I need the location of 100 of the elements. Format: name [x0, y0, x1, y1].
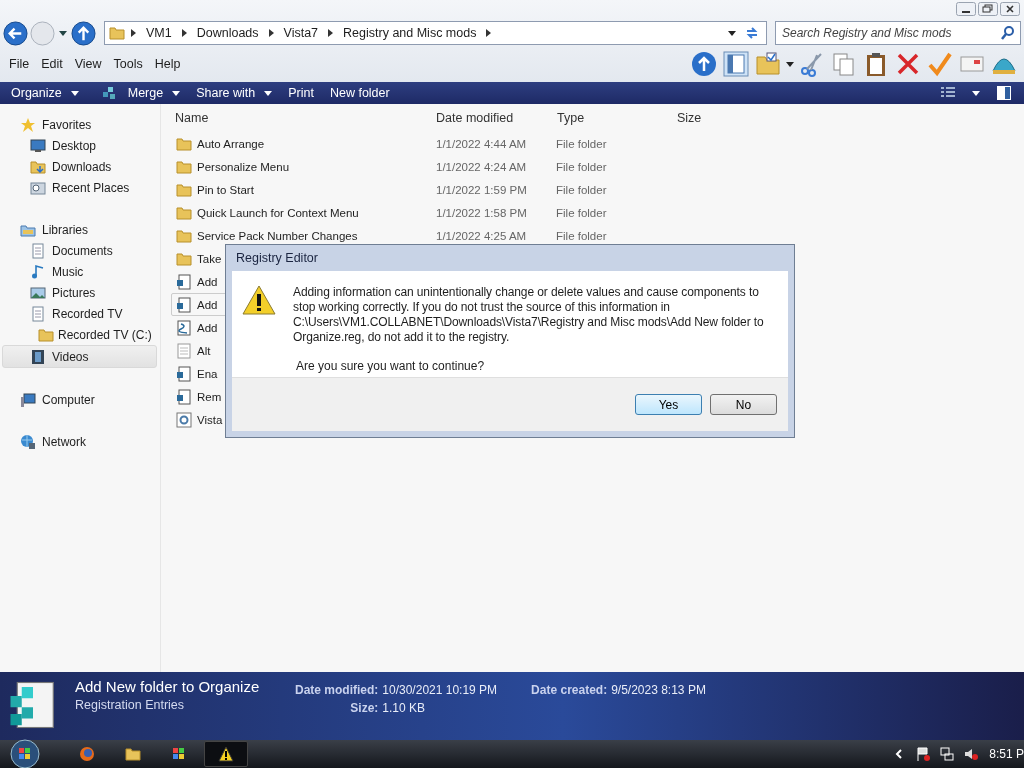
type-cell-text: File folder: [556, 160, 608, 173]
folder-check-icon[interactable]: [755, 51, 781, 78]
pane-icon[interactable]: [723, 51, 749, 78]
sidebar-item[interactable]: Libraries: [0, 219, 157, 240]
preview-pane-icon[interactable]: [996, 85, 1012, 101]
file-name[interactable]: Alt: [197, 344, 211, 357]
breadcrumb[interactable]: Registry and Misc mods: [339, 26, 481, 41]
address-bar[interactable]: VM1 Downloads Vista7 Registry and Misc mods: [104, 21, 767, 46]
file-name[interactable]: Pin to Start: [197, 183, 254, 196]
warning-icon: [218, 746, 234, 762]
menu-item[interactable]: Help: [148, 57, 187, 72]
file-name[interactable]: Rem: [197, 390, 222, 403]
chevron-icon[interactable]: [181, 29, 187, 38]
type-cell-text: File folder: [556, 229, 608, 242]
caret-icon[interactable]: [728, 30, 736, 36]
sidebar-item[interactable]: Recorded TV (C:): [0, 324, 157, 345]
file-name[interactable]: Add: [197, 275, 218, 288]
up-icon[interactable]: [691, 51, 717, 78]
back-icon[interactable]: [3, 20, 28, 46]
sidebar-item[interactable]: Downloads: [0, 156, 157, 177]
chevron-icon[interactable]: [268, 29, 274, 38]
minimize-icon[interactable]: [956, 2, 976, 16]
file-name[interactable]: Add: [197, 321, 218, 334]
command-button[interactable]: New folder: [322, 82, 397, 104]
menu-item[interactable]: Tools: [107, 57, 149, 72]
dialog-title: Registry Editor: [235, 250, 319, 267]
speaker-muted-icon[interactable]: [963, 746, 980, 762]
document-icon: [30, 305, 46, 322]
detail-label: Date modified:: [295, 683, 379, 697]
dialog-button[interactable]: No: [710, 394, 777, 415]
file-name: Add New folder to Organize: [75, 678, 261, 695]
picture-icon: [30, 284, 46, 301]
document-icon: [30, 242, 46, 259]
file-name[interactable]: Add: [197, 298, 218, 311]
detail-label: Date created:: [531, 683, 608, 697]
column-header[interactable]: Size: [677, 111, 757, 125]
scissors-icon[interactable]: [799, 51, 825, 78]
sidebar-item[interactable]: Documents: [0, 240, 157, 261]
caret-icon[interactable]: [972, 90, 980, 96]
sidebar-item[interactable]: Music: [0, 261, 157, 282]
checkmark-icon[interactable]: [927, 51, 953, 78]
breadcrumb[interactable]: VM1: [142, 26, 176, 41]
menu-item[interactable]: Edit: [35, 57, 69, 72]
command-button[interactable]: Share with: [189, 82, 280, 104]
folder-icon: [176, 250, 192, 267]
caret-icon[interactable]: [59, 30, 67, 36]
sidebar-item[interactable]: Computer: [0, 389, 157, 410]
start-button-icon[interactable]: [10, 739, 40, 768]
column-header[interactable]: Date modified: [435, 111, 556, 125]
registry-file-icon: [176, 365, 192, 382]
command-button[interactable]: Print: [281, 82, 321, 104]
taskbar-app[interactable]: [204, 741, 248, 767]
breadcrumb[interactable]: Downloads: [192, 26, 263, 41]
file-name[interactable]: Take: [197, 252, 222, 265]
file-name[interactable]: Service Pack Number Changes: [197, 229, 358, 242]
folder-icon: [176, 227, 192, 244]
column-header[interactable]: Name: [171, 111, 435, 125]
search-field[interactable]: Search Registry and Misc mods: [775, 21, 1021, 46]
column-header[interactable]: Type: [556, 111, 677, 125]
star-icon: [20, 116, 36, 133]
music-note-icon: [30, 263, 46, 280]
chevron-icon[interactable]: [328, 29, 334, 38]
file-name[interactable]: Ena: [197, 367, 218, 380]
sidebar-item[interactable]: Pictures: [0, 282, 157, 303]
close-icon[interactable]: [1000, 2, 1020, 16]
clock: 8:51 P: [989, 747, 1024, 761]
file-name[interactable]: Personalize Menu: [197, 160, 290, 173]
caret-icon[interactable]: [786, 61, 794, 67]
detail-value: 1.10 KB: [382, 701, 427, 715]
sidebar-item[interactable]: Recent Places: [0, 177, 157, 198]
sidebar-item[interactable]: Videos: [2, 345, 157, 368]
flag-icon[interactable]: [915, 746, 932, 762]
menu-item[interactable]: View: [68, 57, 108, 72]
folder-icon: [176, 204, 192, 221]
registry-file-icon: [176, 388, 192, 405]
file-name[interactable]: Auto Arrange: [197, 137, 265, 150]
file-name[interactable]: Quick Launch for Context Menu: [197, 206, 359, 219]
detail-label: Size:: [349, 701, 379, 715]
sidebar-item[interactable]: Recorded TV: [0, 303, 157, 324]
menu-item[interactable]: File: [3, 57, 36, 72]
maximize-icon[interactable]: [978, 2, 998, 16]
registry-icon: [100, 85, 117, 101]
sidebar-item[interactable]: Desktop: [0, 135, 157, 156]
folder-icon: [125, 746, 141, 762]
chevron-icon[interactable]: [486, 29, 492, 38]
file-name[interactable]: Vista: [197, 413, 223, 426]
command-button[interactable]: Merge: [87, 82, 188, 104]
folder-icon: [30, 158, 46, 175]
up-icon[interactable]: [71, 20, 96, 46]
breadcrumb[interactable]: Vista7: [279, 26, 323, 41]
chevron-icon[interactable]: [131, 29, 136, 38]
detail-value: 9/5/2023 8:13 PM: [611, 683, 706, 697]
sidebar-item[interactable]: Network: [0, 431, 157, 452]
command-button[interactable]: Organize: [4, 82, 86, 104]
sidebar-item[interactable]: Favorites: [0, 114, 157, 135]
dialog-button[interactable]: Yes: [635, 394, 702, 415]
network-icon[interactable]: [939, 746, 956, 762]
dialog-message: Adding information can unintentionally change or delete values and cause components to stop working correctly. If you do not trust the source of this information in C:\Users\VM1.COLLABNET\Downloads\Vista7\Registry and Misc mods\Add New folder to Organize.reg, do not add it to the registry.: [293, 285, 765, 345]
type-cell-text: File folder: [556, 183, 608, 196]
film-icon: [30, 348, 46, 365]
